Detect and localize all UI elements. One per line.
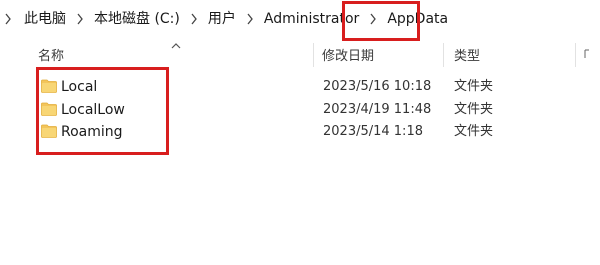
chevron-right-icon[interactable] [365, 9, 381, 29]
column-header-size[interactable] [583, 43, 600, 65]
breadcrumb-item-local-disk[interactable]: 本地磁盘 (C:) [92, 9, 182, 29]
folder-icon [41, 79, 57, 93]
file-row[interactable]: LocalLow 2023/4/19 11:48 文件夹 [36, 99, 600, 121]
breadcrumb: 此电脑 本地磁盘 (C:) 用户 Administrator AppData [0, 0, 600, 38]
breadcrumb-item-this-pc[interactable]: 此电脑 [22, 9, 68, 29]
file-row[interactable]: Roaming 2023/5/14 1:18 文件夹 [36, 121, 600, 143]
file-date-modified: 2023/5/16 10:18 [323, 79, 432, 94]
file-date-modified: 2023/4/19 11:48 [323, 102, 432, 117]
file-date-modified: 2023/5/14 1:18 [323, 124, 423, 139]
column-header-partial-icon [584, 49, 589, 58]
column-divider[interactable] [313, 43, 314, 67]
chevron-right-icon[interactable] [242, 9, 258, 29]
column-header-name[interactable]: 名称 [38, 43, 308, 65]
file-type: 文件夹 [454, 79, 494, 94]
file-explorer-window: 此电脑 本地磁盘 (C:) 用户 Administrator AppData 名… [0, 0, 600, 265]
breadcrumb-item-users[interactable]: 用户 [206, 9, 238, 29]
file-name: LocalLow [61, 102, 125, 118]
chevron-right-icon[interactable] [186, 9, 202, 29]
file-type: 文件夹 [454, 102, 494, 117]
column-header-type[interactable]: 类型 [454, 43, 564, 65]
column-divider[interactable] [443, 43, 444, 67]
file-name: Local [61, 79, 98, 95]
column-divider[interactable] [575, 43, 576, 67]
file-type: 文件夹 [454, 124, 494, 139]
chevron-right-icon[interactable] [72, 9, 88, 29]
breadcrumb-item-appdata[interactable]: AppData [385, 9, 450, 29]
chevron-right-icon[interactable] [0, 9, 16, 29]
breadcrumb-item-administrator[interactable]: Administrator [262, 9, 361, 29]
sort-ascending-icon [171, 35, 181, 49]
file-row[interactable]: Local 2023/5/16 10:18 文件夹 [36, 76, 600, 98]
folder-icon [41, 102, 57, 116]
file-name: Roaming [61, 124, 123, 140]
column-header-date-modified[interactable]: 修改日期 [322, 43, 442, 65]
folder-icon [41, 124, 57, 138]
